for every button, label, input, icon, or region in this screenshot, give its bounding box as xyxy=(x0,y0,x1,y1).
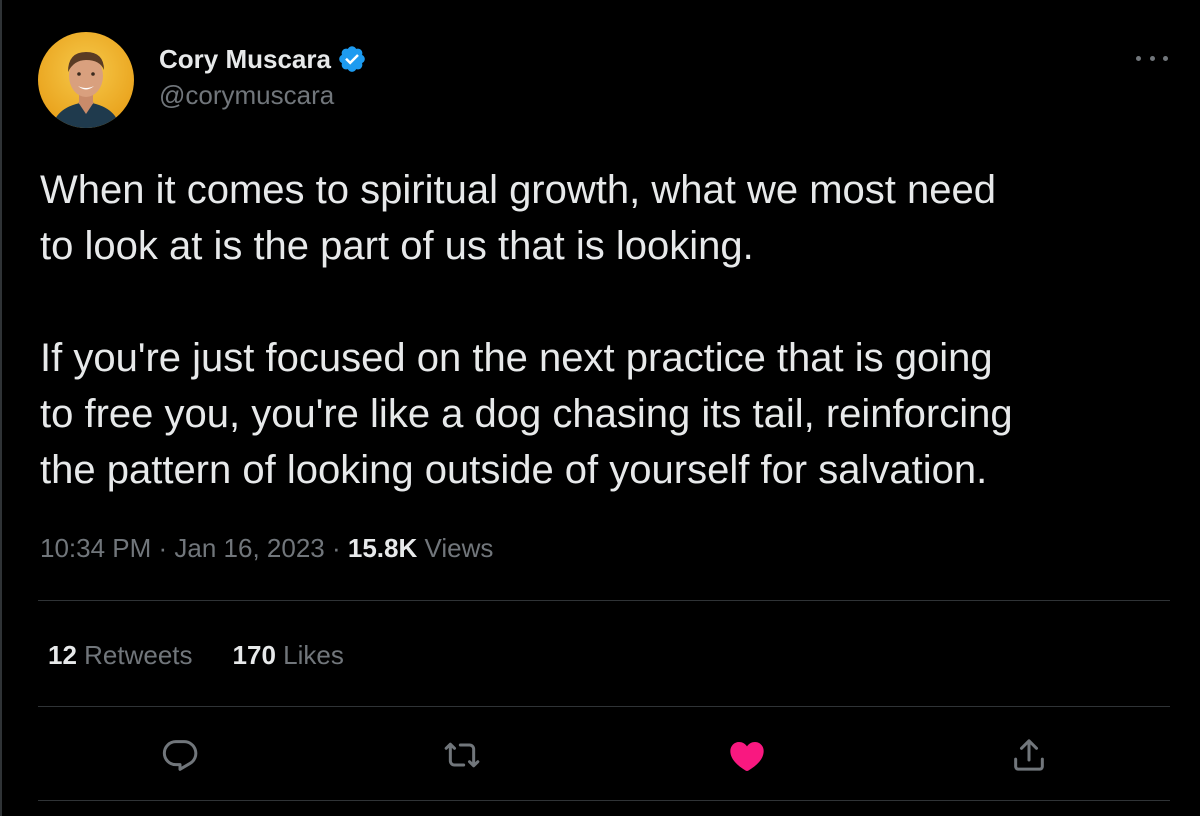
retweet-button[interactable] xyxy=(435,728,489,782)
like-button[interactable] xyxy=(720,728,774,782)
author-handle[interactable]: @corymuscara xyxy=(159,80,367,111)
reply-button[interactable] xyxy=(153,728,207,782)
views-count: 15.8K xyxy=(347,533,418,563)
avatar[interactable] xyxy=(38,32,134,128)
timeline-left-border xyxy=(0,0,2,816)
tweet-time[interactable]: 10:34 PM xyxy=(40,533,151,563)
views-link[interactable]: 15.8K Views xyxy=(348,533,494,563)
author-info: Cory Muscara @corymuscara xyxy=(159,40,367,111)
action-bar xyxy=(38,728,1170,782)
tweet: Cory Muscara @corymuscara When it comes … xyxy=(38,0,1170,816)
divider xyxy=(38,706,1170,707)
share-button[interactable] xyxy=(1002,728,1056,782)
tweet-text: When it comes to spiritual growth, what … xyxy=(40,162,1172,498)
tweet-text-line: the pattern of looking outside of yourse… xyxy=(40,448,988,492)
retweet-icon xyxy=(444,742,480,768)
tweet-text-line: When it comes to spiritual growth, what … xyxy=(40,168,996,212)
author-display-name[interactable]: Cory Muscara xyxy=(159,44,331,75)
tweet-text-line: to look at is the part of us that is loo… xyxy=(40,224,754,268)
engagement-stats: 12 Retweets 170 Likes xyxy=(48,640,384,671)
divider xyxy=(38,600,1170,601)
reply-icon xyxy=(162,740,198,771)
verified-badge-icon xyxy=(337,44,367,74)
share-icon xyxy=(1014,739,1044,771)
tweet-meta: 10:34 PM · Jan 16, 2023 · 15.8K Views xyxy=(40,533,494,563)
heart-icon xyxy=(730,742,764,771)
tweet-date[interactable]: Jan 16, 2023 xyxy=(174,533,324,563)
tweet-text-line: If you're just focused on the next pract… xyxy=(40,336,993,380)
views-label: Views xyxy=(417,533,494,563)
divider xyxy=(38,800,1170,801)
more-options-icon[interactable] xyxy=(1136,48,1168,68)
retweets-stat[interactable]: 12 Retweets xyxy=(48,640,193,671)
tweet-text-line: to free you, you're like a dog chasing i… xyxy=(40,392,1013,436)
likes-stat[interactable]: 170 Likes xyxy=(233,640,344,671)
